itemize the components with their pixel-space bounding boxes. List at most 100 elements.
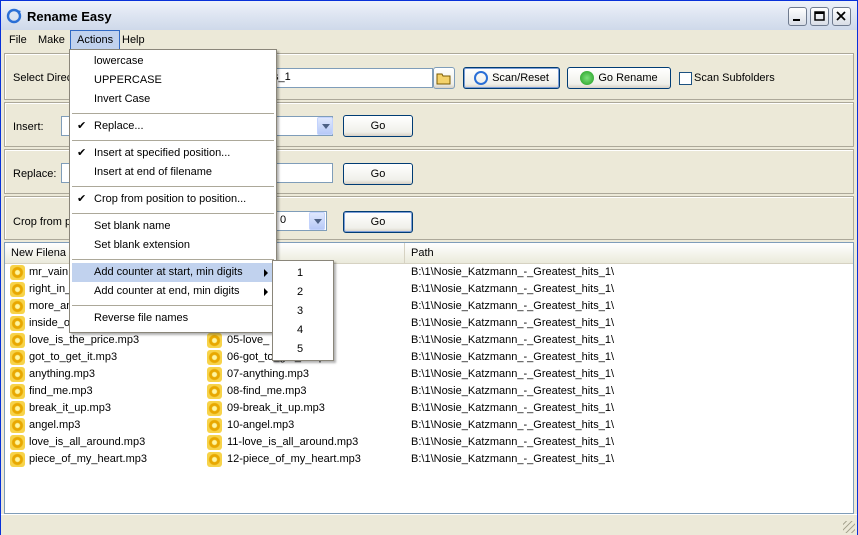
path-cell: B:\1\Nosie_Katzmann_-_Greatest_hits_1\: [411, 283, 615, 295]
menu-item-invert-case[interactable]: Invert Case: [72, 90, 274, 109]
new-filename-cell: more_an: [29, 300, 73, 312]
mp3-file-icon: [10, 435, 25, 450]
minimize-button[interactable]: [788, 7, 807, 26]
browse-folder-button[interactable]: [433, 67, 455, 89]
old-filename-cell: 05-love_: [227, 334, 270, 346]
path-cell: B:\1\Nosie_Katzmann_-_Greatest_hits_1\: [411, 402, 615, 414]
green-arrow-icon: [580, 71, 595, 86]
table-row[interactable]: break_it_up.mp3 09-break_it_up.mp3 B:\1\No…: [5, 400, 853, 417]
old-filename-cell: 08-find_me.mp3: [227, 385, 307, 397]
scan-subfolders-checkbox[interactable]: [679, 72, 692, 85]
replace-go-button[interactable]: Go: [343, 163, 413, 185]
mp3-file-icon: [10, 299, 25, 314]
resize-grip-icon[interactable]: [843, 521, 855, 533]
mp3-file-icon: [207, 333, 222, 348]
mp3-file-icon: [10, 367, 25, 382]
menu-item-reverse[interactable]: Reverse file names: [72, 309, 274, 328]
menu-separator: [72, 259, 274, 260]
maximize-icon: [814, 11, 825, 21]
path-cell: B:\1\Nosie_Katzmann_-_Greatest_hits_1\: [411, 334, 615, 346]
mp3-file-icon: [207, 418, 222, 433]
menu-file[interactable]: File: [3, 30, 33, 50]
select-directory-label: Select Direc: [13, 72, 73, 84]
table-row[interactable]: love_is_the_price.mp3 05-love_ B:\1\Nosie_…: [5, 332, 853, 349]
table-row[interactable]: love_is_all_around.mp3 11-love_is_all_aro…: [5, 434, 853, 451]
table-row[interactable]: angel.mp3 10-angel.mp3 B:\1\Nosie_Katzmann…: [5, 417, 853, 434]
mp3-file-icon: [10, 282, 25, 297]
folder-open-icon: [436, 73, 451, 85]
new-filename-cell: love_is_the_price.mp3: [29, 334, 140, 346]
mp3-file-icon: [10, 316, 25, 331]
submenu-item-1[interactable]: 1: [275, 264, 331, 283]
column-path[interactable]: Path: [405, 243, 853, 263]
new-filename-cell: angel.mp3: [29, 419, 81, 431]
menu-make[interactable]: Make: [32, 30, 71, 50]
menu-separator: [72, 186, 274, 187]
old-filename-cell: 11-love_is_all_around.mp3: [227, 436, 359, 448]
menu-item-counter-end[interactable]: Add counter at end, min digits: [72, 282, 274, 301]
submenu-item-4[interactable]: 4: [275, 321, 331, 340]
table-row[interactable]: find_me.mp3 08-find_me.mp3 B:\1\Nosie_Katz…: [5, 383, 853, 400]
menu-item-lowercase[interactable]: lowercase: [72, 52, 274, 71]
menu-item-counter-start[interactable]: Add counter at start, min digits: [72, 263, 274, 282]
crop-label: Crop from po: [13, 216, 78, 228]
menu-item-blank-name[interactable]: Set blank name: [72, 217, 274, 236]
old-filename-cell: 12-piece_of_my_heart.mp3: [227, 453, 361, 465]
mp3-file-icon: [10, 265, 25, 280]
chevron-down-icon[interactable]: [309, 212, 325, 230]
new-filename-cell: got_to_get_it.mp3: [29, 351, 118, 363]
refresh-icon: [474, 71, 489, 86]
chevron-down-icon[interactable]: [317, 117, 333, 135]
menu-item-blank-extension[interactable]: Set blank extension: [72, 236, 274, 255]
mp3-file-icon: [10, 384, 25, 399]
submenu-item-2[interactable]: 2: [275, 283, 331, 302]
path-cell: B:\1\Nosie_Katzmann_-_Greatest_hits_1\: [411, 436, 615, 448]
mp3-file-icon: [207, 452, 222, 467]
menu-separator: [72, 305, 274, 306]
title-bar[interactable]: Rename Easy: [1, 1, 857, 30]
menu-actions[interactable]: Actions: [70, 30, 121, 50]
submenu-item-3[interactable]: 3: [275, 302, 331, 321]
menu-item-insert-end[interactable]: Insert at end of filename: [72, 163, 274, 182]
new-filename-cell: break_it_up.mp3: [29, 402, 111, 414]
mp3-file-icon: [10, 452, 25, 467]
submenu-item-5[interactable]: 5: [275, 340, 331, 359]
crop-go-button[interactable]: Go: [343, 211, 413, 233]
menu-item-uppercase[interactable]: UPPERCASE: [72, 71, 274, 90]
minimize-icon: [793, 19, 800, 21]
menu-item-insert-position[interactable]: ✔ Insert at specified position...: [72, 144, 274, 163]
submenu-arrow-icon: [264, 288, 268, 296]
table-row[interactable]: got_to_get_it.mp306-got_to_get_it.mp3B:\…: [5, 349, 853, 366]
path-cell: B:\1\Nosie_Katzmann_-_Greatest_hits_1\: [411, 351, 615, 363]
go-rename-button[interactable]: Go Rename: [567, 67, 671, 89]
mp3-file-icon: [10, 333, 25, 348]
menu-help[interactable]: Help: [116, 30, 151, 50]
scan-reset-button[interactable]: Scan/Reset: [463, 67, 560, 89]
menu-item-crop[interactable]: ✔ Crop from position to position...: [72, 190, 274, 209]
old-filename-cell: 07-anything.mp3: [227, 368, 309, 380]
path-cell: B:\1\Nosie_Katzmann_-_Greatest_hits_1\: [411, 419, 615, 431]
table-row[interactable]: anything.mp3 07-anything.mp3 B:\1\Nosie_Ka…: [5, 366, 853, 383]
insert-go-button[interactable]: Go: [343, 115, 413, 137]
path-cell: B:\1\Nosie_Katzmann_-_Greatest_hits_1\: [411, 266, 615, 278]
old-filename-cell: 09-break_it_up.mp3: [227, 402, 325, 414]
close-button[interactable]: [832, 7, 851, 26]
directory-input[interactable]: ts_1: [265, 68, 433, 88]
replace-label: Replace:: [13, 168, 57, 180]
menu-separator: [72, 140, 274, 141]
crop-to-value: 0: [280, 214, 287, 226]
maximize-button[interactable]: [810, 7, 829, 26]
new-filename-cell: find_me.mp3: [29, 385, 93, 397]
scan-reset-label: Scan/Reset: [492, 72, 549, 84]
new-filename-cell: piece_of_my_heart.mp3: [29, 453, 148, 465]
new-filename-cell: right_in_: [29, 283, 72, 295]
window-title: Rename Easy: [27, 9, 112, 24]
check-icon: ✔: [77, 120, 87, 132]
mp3-file-icon: [10, 350, 25, 365]
mp3-file-icon: [207, 435, 222, 450]
mp3-file-icon: [10, 401, 25, 416]
mp3-file-icon: [207, 401, 222, 416]
path-cell: B:\1\Nosie_Katzmann_-_Greatest_hits_1\: [411, 368, 615, 380]
table-row[interactable]: piece_of_my_heart.mp3 12-piece_of_my_hear…: [5, 451, 853, 468]
menu-item-replace[interactable]: ✔ Replace...: [72, 117, 274, 136]
